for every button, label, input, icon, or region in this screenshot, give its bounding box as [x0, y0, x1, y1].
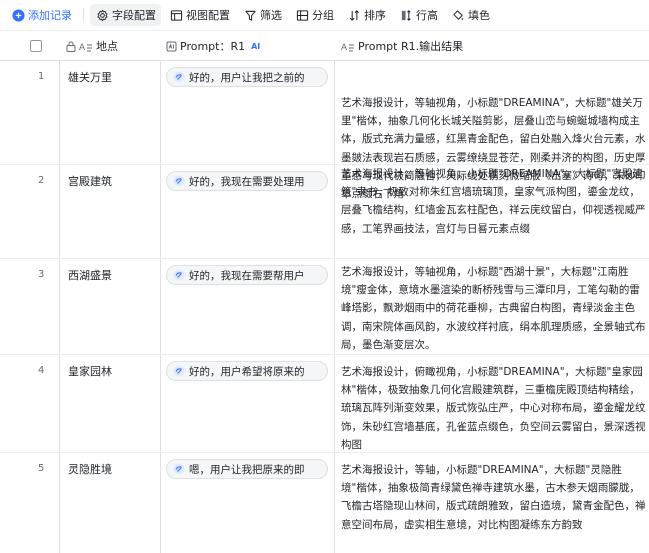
sort-icon: [347, 8, 361, 22]
column-header-result-label: Prompt R1.输出结果: [358, 40, 464, 53]
select-all-checkbox[interactable]: [30, 31, 42, 61]
prompt-chip-text: 好的，我现在需要帮用户: [189, 269, 305, 282]
result-cell[interactable]: 艺术海报设计，等轴，小标题"DREAMINA"，大标题"灵隐胜境"楷体，抽象极简…: [341, 461, 647, 534]
table-row[interactable]: 2 宫殿建筑 好的，我现在需要处理用 艺术海报设计，等轴视角，小标题"DREAM…: [0, 165, 649, 259]
filter-button[interactable]: 筛选: [238, 4, 287, 26]
result-cell[interactable]: 艺术海报设计，俯瞰视角，小标题"DREAMINA"，大标题"皇家园林"楷体，极致…: [341, 363, 647, 454]
column-header-place-label: 地点: [96, 40, 118, 53]
table-row[interactable]: 4 皇家园林 好的，用户希望将原来的 艺术海报设计，俯瞰视角，小标题"DREAM…: [0, 355, 649, 453]
filter-icon: [243, 8, 257, 22]
prompt-chip[interactable]: 好的，用户让我把之前的: [166, 67, 328, 87]
gear-icon: [95, 8, 109, 22]
field-config-label: 字段配置: [112, 9, 156, 22]
place-cell[interactable]: 皇家园林: [68, 363, 112, 379]
row-height-icon: [399, 8, 413, 22]
toolbar: 添加记录 字段配置 视图配置 筛选 分组 排序 行高 填色: [0, 0, 649, 31]
group-button[interactable]: 分组: [290, 4, 339, 26]
filter-label: 筛选: [260, 9, 282, 22]
view-config-button[interactable]: 视图配置: [164, 4, 235, 26]
sort-button[interactable]: 排序: [342, 4, 391, 26]
paint-bucket-icon: [451, 8, 465, 22]
column-header-result[interactable]: A Prompt R1.输出结果: [341, 31, 463, 61]
column-header-prompt-label: Prompt：R1: [180, 40, 246, 53]
prompt-chip[interactable]: 嗯，用户让我把原来的即: [166, 459, 328, 479]
data-grid: A 地点 Prompt：R1 AI A Prompt R1.输出结果 1 雄关万…: [0, 31, 649, 553]
result-cell[interactable]: 艺术海报设计，等轴视角，小标题"DREAMINA"，大标题"宫殿建筑"隶书，极致…: [341, 165, 647, 238]
svg-text:A: A: [79, 42, 85, 52]
column-header-prompt[interactable]: Prompt：R1 AI: [166, 31, 260, 61]
fill-color-label: 填色: [468, 9, 490, 22]
svg-text:A: A: [341, 42, 347, 52]
table-row[interactable]: 5 灵隐胜境 嗯，用户让我把原来的即 艺术海报设计，等轴，小标题"DREAMIN…: [0, 453, 649, 553]
table-row[interactable]: 3 西湖盛景 好的，我现在需要帮用户 艺术海报设计，等轴视角，小标题"西湖十景"…: [0, 259, 649, 355]
group-label: 分组: [312, 9, 334, 22]
prompt-chip-text: 好的，我现在需要处理用: [189, 175, 305, 188]
group-icon: [295, 8, 309, 22]
field-config-button[interactable]: 字段配置: [90, 4, 161, 26]
result-cell[interactable]: 艺术海报设计，等轴视角，小标题"西湖十景"，大标题"江南胜境"瘦金体，意境水墨渲…: [341, 263, 647, 354]
place-cell[interactable]: 宫殿建筑: [68, 173, 112, 189]
column-header-place[interactable]: A 地点: [66, 31, 118, 61]
prompt-chip[interactable]: 好的，用户希望将原来的: [166, 361, 328, 381]
view-icon: [169, 8, 183, 22]
row-height-label: 行高: [416, 9, 438, 22]
lock-icon: [66, 41, 76, 52]
sort-label: 排序: [364, 9, 386, 22]
row-height-button[interactable]: 行高: [394, 4, 443, 26]
prompt-chip-text: 嗯，用户让我把原来的即: [189, 463, 305, 476]
ai-chat-icon: [173, 71, 185, 83]
ai-chat-icon: [173, 365, 185, 377]
prompt-chip[interactable]: 好的，我现在需要帮用户: [166, 265, 328, 285]
ai-chat-icon: [173, 463, 185, 475]
plus-circle-icon: [11, 8, 25, 22]
prompt-chip-text: 好的，用户希望将原来的: [189, 365, 305, 378]
add-record-label: 添加记录: [28, 9, 72, 22]
view-config-label: 视图配置: [186, 9, 230, 22]
grid-header: A 地点 Prompt：R1 AI A Prompt R1.输出结果: [0, 31, 649, 61]
checkbox[interactable]: [30, 40, 42, 52]
ai-field-icon: [166, 41, 177, 52]
ai-chat-icon: [173, 269, 185, 281]
toolbar-divider: [83, 8, 84, 22]
add-record-button[interactable]: 添加记录: [6, 4, 77, 26]
ai-chat-icon: [173, 175, 185, 187]
place-cell[interactable]: 雄关万里: [68, 69, 112, 85]
prompt-chip[interactable]: 好的，我现在需要处理用: [166, 171, 328, 191]
prompt-chip-text: 好的，用户让我把之前的: [189, 71, 305, 84]
table-row[interactable]: 1 雄关万里 好的，用户让我把之前的 艺术海报设计，等轴视角，小标题"DREAM…: [0, 61, 649, 200]
place-cell[interactable]: 灵隐胜境: [68, 461, 112, 477]
place-cell[interactable]: 西湖盛景: [68, 267, 112, 283]
text-field-icon: A: [79, 41, 93, 52]
ai-badge: AI: [251, 41, 261, 51]
fill-color-button[interactable]: 填色: [446, 4, 495, 26]
ai-text-field-icon: A: [341, 41, 355, 52]
